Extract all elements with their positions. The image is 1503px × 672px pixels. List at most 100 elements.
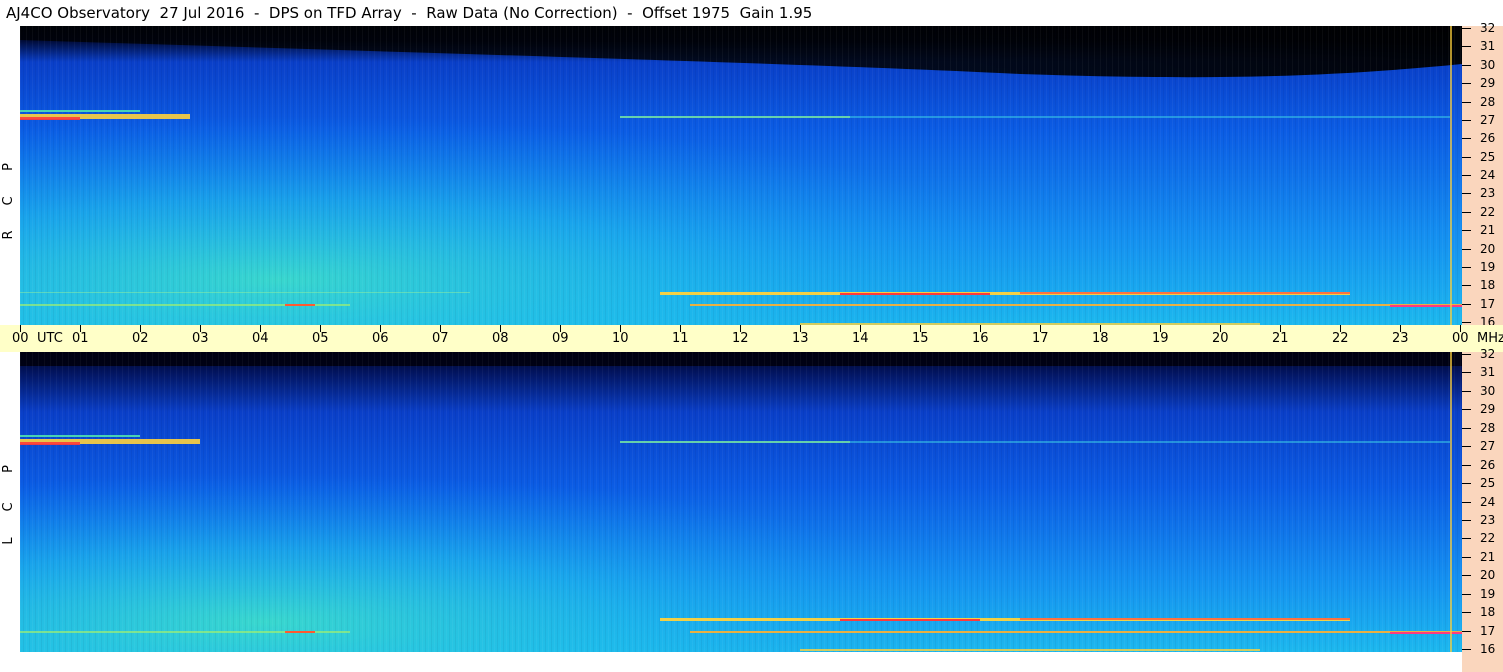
freq-tick-label: 31 (1480, 365, 1496, 380)
freq-tick-mark (1462, 593, 1471, 595)
lcp-letter-p: P (1, 465, 16, 473)
freq-tick-mark (1462, 211, 1471, 213)
freq-tick-mark (1462, 322, 1471, 323)
freq-axis-unit: MHz (1477, 331, 1503, 346)
freq-tick-mark (1462, 46, 1471, 48)
freq-tick-label: 25 (1480, 149, 1496, 164)
lcp-spectrogram-image (20, 352, 1462, 652)
window-title: AJ4CO Observatory 27 Jul 2016 - DPS on T… (6, 4, 813, 22)
time-tick-label: 16 (972, 331, 989, 346)
rcp-label-strip: P C R (0, 26, 20, 325)
freq-tick-label: 24 (1480, 494, 1496, 509)
freq-tick-mark (1462, 230, 1471, 232)
freq-tick-label: 26 (1480, 131, 1496, 146)
rcp-spectrogram-image (20, 26, 1462, 325)
freq-tick-label: 19 (1480, 586, 1496, 601)
freq-tick-mark (1462, 649, 1471, 650)
freq-tick-label: 17 (1480, 296, 1496, 311)
freq-tick-mark (1462, 372, 1471, 374)
time-tick-label: 10 (612, 331, 629, 346)
freq-tick-label: 27 (1480, 112, 1496, 127)
freq-tick-mark (1462, 248, 1471, 250)
freq-tick-label: 32 (1480, 347, 1496, 361)
time-tick-label: 00 (12, 331, 29, 346)
freq-tick-label: 28 (1480, 420, 1496, 435)
freq-tick-label: 28 (1480, 94, 1496, 109)
freq-tick-mark (1462, 409, 1471, 411)
time-axis: UTC MHz 00 01 02 03 04 05 06 07 08 09 10 11 12 13 14 15… (0, 325, 1503, 352)
freq-tick-mark (1462, 303, 1471, 305)
freq-tick-label: 21 (1480, 223, 1496, 238)
freq-tick-label: 30 (1480, 57, 1496, 72)
freq-tick-label: 29 (1480, 402, 1496, 417)
freq-tick-mark (1462, 354, 1471, 355)
title-bar: AJ4CO Observatory 27 Jul 2016 - DPS on T… (0, 0, 1503, 26)
rcp-letter-p: P (1, 163, 16, 171)
time-tick-label: 21 (1272, 331, 1289, 346)
time-tick-label: 14 (852, 331, 869, 346)
rcp-spectrogram[interactable] (20, 26, 1462, 325)
freq-tick-label: 18 (1480, 278, 1496, 293)
time-tick-label: 17 (1032, 331, 1049, 346)
freq-tick-label: 31 (1480, 39, 1496, 54)
freq-tick-mark (1462, 538, 1471, 540)
freq-tick-mark (1462, 612, 1471, 614)
rcp-letter-r: R (1, 230, 16, 240)
freq-tick-mark (1462, 446, 1471, 448)
freq-tick-label: 18 (1480, 605, 1496, 620)
freq-tick-label: 16 (1480, 642, 1496, 656)
freq-tick-label: 30 (1480, 383, 1496, 398)
time-tick-label: 19 (1152, 331, 1169, 346)
freq-tick-label: 29 (1480, 76, 1496, 91)
freq-tick-mark (1462, 64, 1471, 66)
time-tick-label: 11 (672, 331, 689, 346)
freq-tick-mark (1462, 119, 1471, 121)
freq-tick-mark (1462, 138, 1471, 140)
freq-tick-mark (1462, 390, 1471, 392)
lcp-letter-l: L (1, 537, 16, 545)
time-tick-label: 18 (1092, 331, 1109, 346)
time-tick-label: 13 (792, 331, 809, 346)
time-tick-label: 01 (72, 331, 89, 346)
time-tick-label: 12 (732, 331, 749, 346)
time-tick-label: 05 (312, 331, 329, 346)
freq-tick-mark (1462, 83, 1471, 85)
lcp-label-strip: P C L (0, 352, 20, 672)
time-tick-label: 00 (1452, 331, 1469, 346)
freq-tick-mark (1462, 266, 1471, 268)
time-tick-label: 08 (492, 331, 509, 346)
freq-tick-mark (1462, 175, 1471, 176)
freq-tick-label: 20 (1480, 241, 1496, 256)
freq-tick-label: 20 (1480, 568, 1496, 583)
freq-tick-label: 22 (1480, 204, 1496, 219)
freq-tick-mark (1462, 556, 1471, 558)
freq-tick-label: 32 (1480, 21, 1496, 35)
lcp-letter-c: C (1, 502, 16, 512)
time-tick-label: 23 (1392, 331, 1409, 346)
freq-tick-label: 23 (1480, 186, 1496, 201)
freq-tick-mark (1462, 193, 1471, 195)
freq-tick-mark (1462, 483, 1471, 485)
time-tick-label: 04 (252, 331, 269, 346)
freq-tick-label: 17 (1480, 623, 1496, 638)
time-tick-label: 03 (192, 331, 209, 346)
freq-tick-label: 25 (1480, 476, 1496, 491)
freq-tick-mark (1462, 630, 1471, 632)
freq-tick-mark (1462, 285, 1471, 287)
freq-tick-mark (1462, 519, 1471, 521)
lcp-freq-axis: 32 31 30 29 28 27 26 25 24 23 22 21 20 19 18 17 16 (1462, 348, 1503, 672)
rcp-freq-axis: 32 31 30 29 28 27 26 25 24 23 22 21 20 19 18 17 16 (1462, 22, 1503, 328)
freq-tick-label: 19 (1480, 259, 1496, 274)
lcp-spectrogram[interactable] (20, 352, 1462, 652)
freq-tick-label: 26 (1480, 457, 1496, 472)
freq-tick-mark (1462, 575, 1471, 577)
time-tick-label: 07 (432, 331, 449, 346)
freq-tick-label: 21 (1480, 549, 1496, 564)
time-tick-label: 06 (372, 331, 389, 346)
time-tick-label: 15 (912, 331, 929, 346)
freq-tick-mark (1462, 464, 1471, 466)
freq-tick-label: 27 (1480, 439, 1496, 454)
time-tick-label: 22 (1332, 331, 1349, 346)
freq-tick-mark (1462, 156, 1471, 158)
time-axis-unit: UTC (37, 331, 63, 346)
